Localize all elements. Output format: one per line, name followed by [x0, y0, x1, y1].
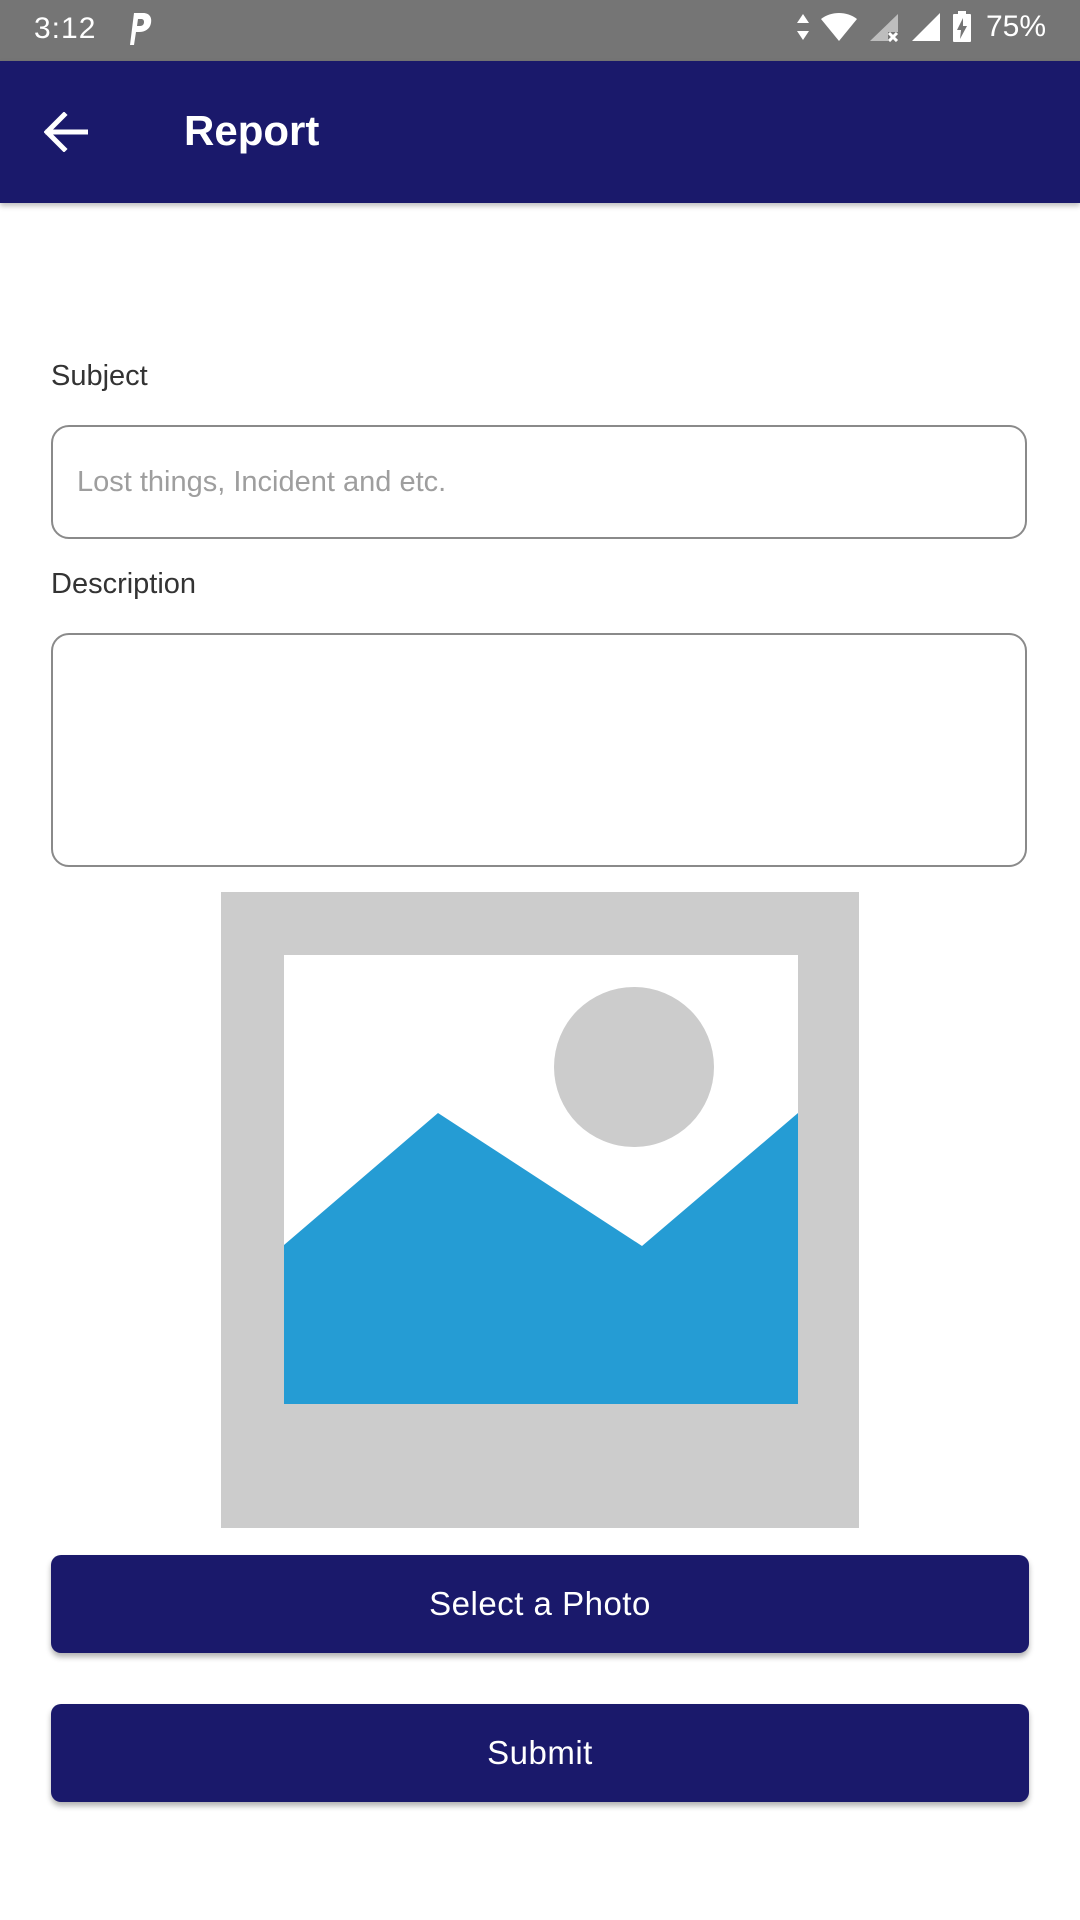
- app-bar: Report: [0, 61, 1080, 203]
- data-arrows-icon: [796, 12, 810, 42]
- battery-percent: 75%: [985, 10, 1046, 43]
- parking-icon: [124, 9, 154, 49]
- back-button[interactable]: [26, 99, 106, 165]
- status-icons: 75%: [796, 10, 1046, 44]
- description-input[interactable]: [51, 633, 1027, 867]
- arrow-back-icon: [44, 112, 88, 152]
- wifi-icon: [820, 12, 858, 42]
- select-photo-button[interactable]: Select a Photo: [51, 1555, 1029, 1653]
- signal-x-icon: [868, 12, 900, 42]
- page-title: Report: [184, 107, 320, 154]
- image-placeholder-icon: [284, 955, 798, 1404]
- status-bar: 3:12 75%: [0, 0, 1080, 61]
- subject-label: Subject: [51, 360, 148, 392]
- status-time: 3:12: [34, 12, 97, 45]
- subject-input[interactable]: [51, 425, 1027, 539]
- photo-preview: [221, 892, 859, 1528]
- signal-icon: [910, 12, 942, 42]
- submit-button[interactable]: Submit: [51, 1704, 1029, 1802]
- description-label: Description: [51, 568, 197, 600]
- battery-charging-icon: [952, 11, 972, 43]
